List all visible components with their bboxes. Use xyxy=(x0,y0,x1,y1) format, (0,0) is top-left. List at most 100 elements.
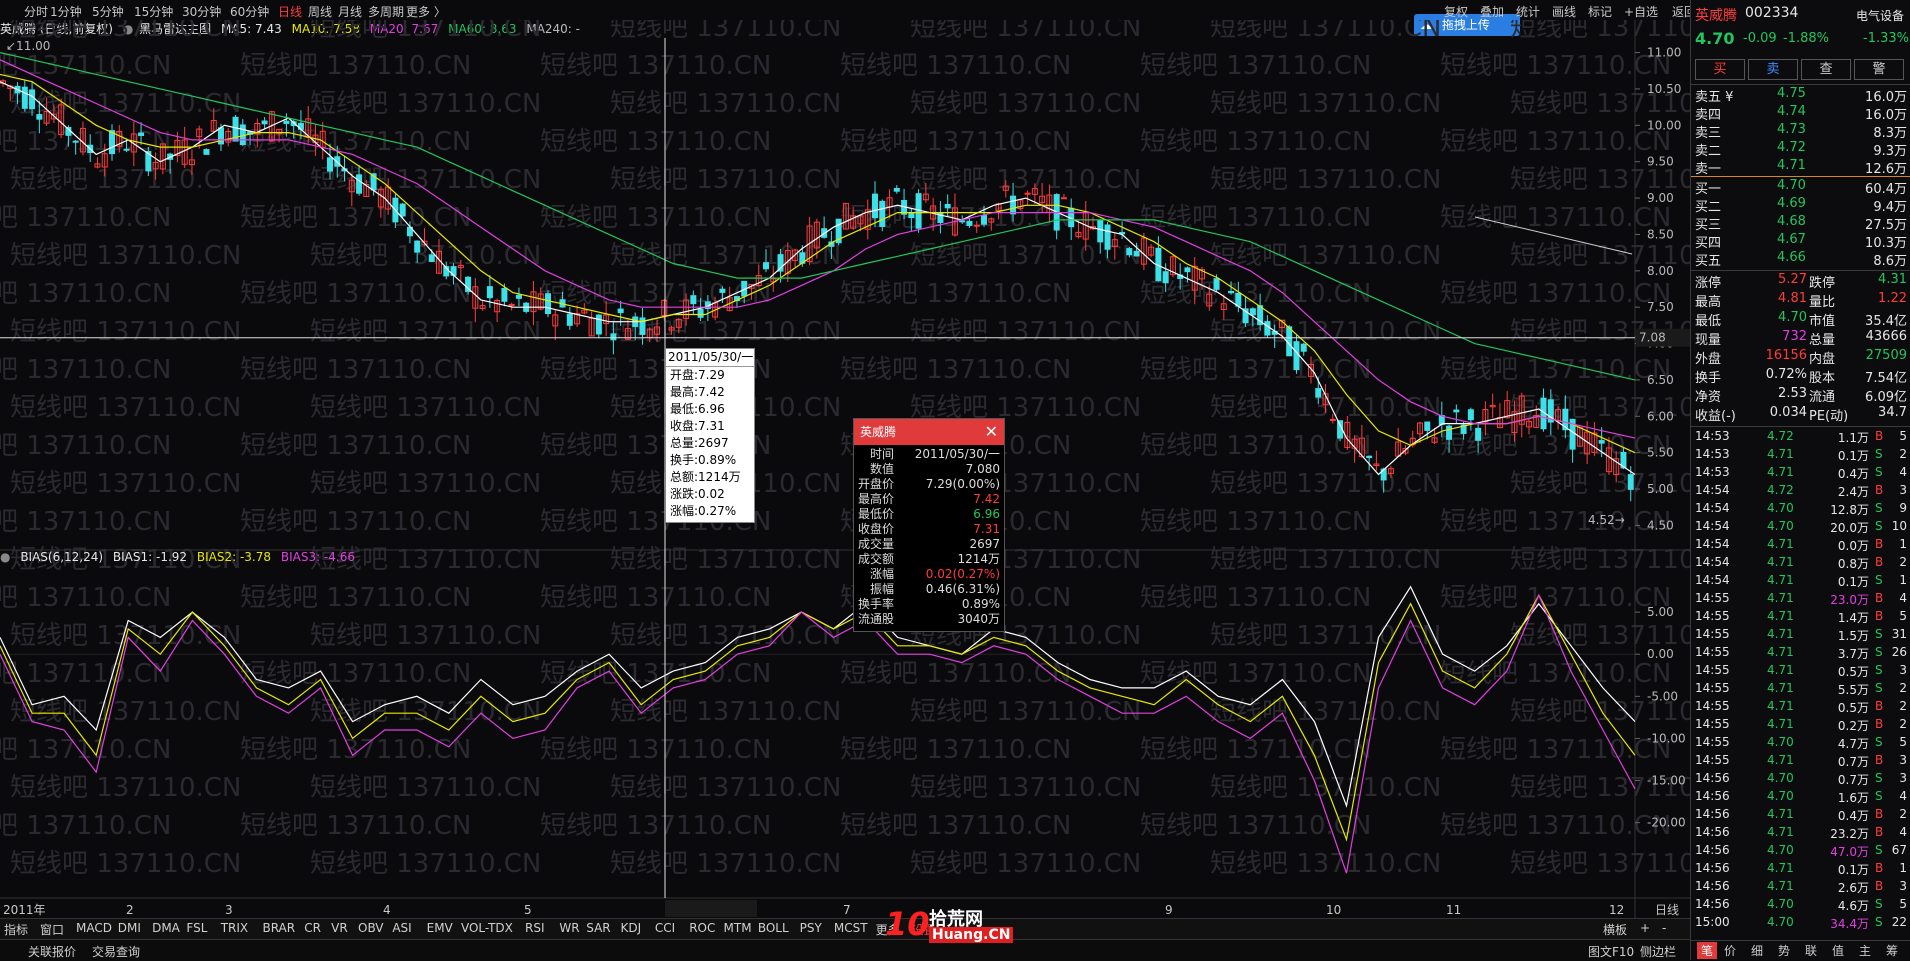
tick-time: 14:53 xyxy=(1695,447,1730,461)
tick-side: B xyxy=(1875,609,1884,623)
period-tab-2[interactable]: 5分钟 xyxy=(92,3,124,20)
sidebar-toggle[interactable]: 侧边栏 xyxy=(1640,943,1676,960)
popup-row: 换手率 0.89% xyxy=(854,597,1004,612)
candle-down xyxy=(1627,474,1634,490)
stat-value: 0.034 xyxy=(1769,405,1807,420)
period-tab-7[interactable]: 周线 xyxy=(308,3,332,20)
panel-button-0[interactable]: 买 xyxy=(1695,59,1745,80)
indicator-tab-18[interactable]: CCI xyxy=(655,921,675,935)
candle-down xyxy=(893,187,900,192)
tool-2[interactable]: 统计 xyxy=(1516,3,1540,20)
tick-time: 14:53 xyxy=(1695,465,1730,479)
tick-side: B xyxy=(1875,861,1884,875)
tool-3[interactable]: 画线 xyxy=(1552,3,1576,20)
panel-tab-2[interactable]: 细 xyxy=(1751,942,1763,959)
tool-0[interactable]: 复权 xyxy=(1444,3,1468,20)
indicator-tab-5[interactable]: FSL xyxy=(186,921,207,935)
indicator-tab-20[interactable]: MTM xyxy=(724,921,752,935)
bid-price: 4.66 xyxy=(1777,250,1806,265)
right-tools: 复权 叠加 统计 画线 标记 +自选 返回 xyxy=(1444,3,1696,20)
indicator-tab-9[interactable]: VR xyxy=(331,921,348,935)
close-icon[interactable]: ✕ xyxy=(985,419,998,445)
panel-tab-7[interactable]: 筹 xyxy=(1886,942,1898,959)
stat-label: 换手 xyxy=(1695,371,1722,386)
period-tab-8[interactable]: 月线 xyxy=(338,3,362,20)
period-tab-4[interactable]: 30分钟 xyxy=(182,3,221,20)
period-tab-0[interactable]: 分时 xyxy=(24,3,48,20)
period-tab-10[interactable]: 更多 〉 xyxy=(406,3,446,20)
indicator-tab-19[interactable]: ROC xyxy=(689,921,715,935)
tooltip-row: 总额:1214万 xyxy=(670,470,741,484)
related-quote-button[interactable]: 关联报价 xyxy=(28,943,76,960)
f10-button[interactable]: 图文F10 xyxy=(1588,943,1634,960)
chart-area[interactable]: 短线吧 137110.CN 短线吧 137110.CN 短线吧 137110.CN 短… xyxy=(0,20,1690,920)
bid-volume: 10.3万 xyxy=(1865,236,1907,251)
indicator-tab-1[interactable]: 窗口 xyxy=(40,921,64,938)
period-tab-3[interactable]: 15分钟 xyxy=(134,3,173,20)
tick-time: 14:56 xyxy=(1695,825,1730,839)
tool-1[interactable]: 叠加 xyxy=(1480,3,1504,20)
watermark-text: 短线吧 137110.CN xyxy=(310,20,541,43)
panel-tab-0[interactable]: 笔 xyxy=(1697,942,1718,959)
candle-down xyxy=(959,220,966,223)
candle-down xyxy=(123,148,130,151)
stat-label: 外盘 xyxy=(1695,352,1722,367)
trade-query-button[interactable]: 交易查询 xyxy=(92,943,140,960)
candle-down xyxy=(1300,343,1307,352)
indicator-tab-10[interactable]: OBV xyxy=(358,921,384,935)
watermark-text: 短线吧 137110.CN xyxy=(1440,279,1671,309)
indicator-tab-2[interactable]: MACD xyxy=(76,921,112,935)
tick-price: 4.70 xyxy=(1767,771,1794,785)
indicator-tab-22[interactable]: PSY xyxy=(800,921,822,935)
indicator-tab-4[interactable]: DMA xyxy=(152,921,180,935)
panel-tab-3[interactable]: 势 xyxy=(1778,942,1790,959)
tool-5[interactable]: +自选 xyxy=(1624,3,1658,20)
zoom-in-button[interactable]: + xyxy=(1640,921,1650,935)
period-tab-9[interactable]: 多周期 xyxy=(368,3,404,20)
candle-down xyxy=(966,220,973,226)
indicator-tab-14[interactable]: RSI xyxy=(525,921,545,935)
panel-tab-1[interactable]: 价 xyxy=(1724,942,1736,959)
panel-tab-6[interactable]: 主 xyxy=(1859,942,1871,959)
indicator-tab-0[interactable]: 指标 xyxy=(4,921,28,938)
indicator-tab-3[interactable]: DMI xyxy=(118,921,141,935)
ask-volume: 16.0万 xyxy=(1865,90,1907,105)
indicator-tab-12[interactable]: EMV xyxy=(427,921,453,935)
watermark-text: 短线吧 137110.CN xyxy=(540,203,771,233)
panel-tab-4[interactable]: 联 xyxy=(1805,942,1817,959)
tool-4[interactable]: 标记 xyxy=(1588,3,1612,20)
indicator-tab-13[interactable]: VOL-TDX xyxy=(461,921,513,935)
price-tick: 10.50 xyxy=(1647,82,1681,96)
indicator-tab-17[interactable]: KDJ xyxy=(621,921,642,935)
indicator-tab-6[interactable]: TRIX xyxy=(221,921,248,935)
layout-toggle[interactable]: 横板 xyxy=(1603,921,1627,938)
watermark-text: 短线吧 137110.CN xyxy=(0,51,171,81)
price-tick: 9.50 xyxy=(1647,155,1674,169)
panel-button-1[interactable]: 卖 xyxy=(1748,59,1798,80)
indicator-tab-23[interactable]: MCST xyxy=(834,921,868,935)
panel-button-2[interactable]: 查 xyxy=(1801,59,1851,80)
watermark-text: 短线吧 137110.CN xyxy=(0,811,171,841)
ask-volume: 16.0万 xyxy=(1865,108,1907,123)
period-tab-1[interactable]: 1分钟 xyxy=(50,3,82,20)
panel-tab-5[interactable]: 值 xyxy=(1832,942,1844,959)
indicator-tab-16[interactable]: SAR xyxy=(586,921,610,935)
indicator-tab-21[interactable]: BOLL xyxy=(758,921,789,935)
date-tick: 5 xyxy=(524,903,532,917)
candle-up xyxy=(973,224,980,227)
tick-count: 2 xyxy=(1899,699,1907,713)
tick-time: 14:55 xyxy=(1695,735,1730,749)
tick-side: S xyxy=(1875,735,1883,749)
period-tab-5[interactable]: 60分钟 xyxy=(230,3,269,20)
tick-side: B xyxy=(1875,429,1884,443)
indicator-tab-11[interactable]: ASI xyxy=(392,921,411,935)
period-tab-6[interactable]: 日线 xyxy=(278,3,302,20)
indicator-tab-7[interactable]: BRAR xyxy=(262,921,295,935)
bias-legend: ● BIAS(6,12,24) BIAS1: -1.92 BIAS2: -3.7… xyxy=(0,550,361,568)
tick-price: 4.71 xyxy=(1767,753,1794,767)
zoom-out-button[interactable]: - xyxy=(1662,921,1666,935)
divider xyxy=(1691,270,1910,271)
indicator-tab-15[interactable]: WR xyxy=(559,921,579,935)
indicator-tab-8[interactable]: CR xyxy=(304,921,321,935)
panel-button-3[interactable]: 警 xyxy=(1854,59,1904,80)
